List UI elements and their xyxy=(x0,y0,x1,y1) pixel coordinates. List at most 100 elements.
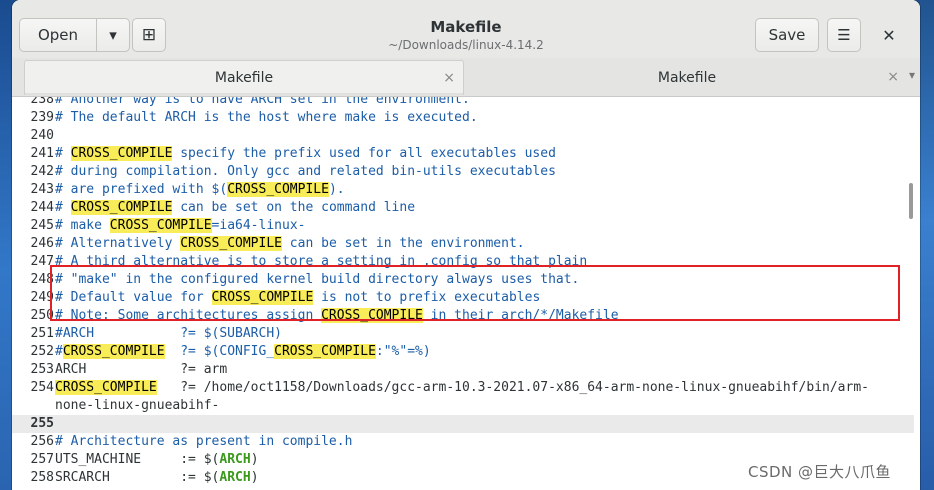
code-line[interactable]: 254 CROSS_COMPILE ?= /home/oct1158/Downlo… xyxy=(12,379,907,397)
annotation-highlight-box xyxy=(50,265,900,321)
code-line[interactable]: 246 # Alternatively CROSS_COMPILE can be … xyxy=(12,235,907,253)
code-token: # during compilation. Only gcc and relat… xyxy=(55,164,556,179)
code-token: # make xyxy=(55,218,110,233)
line-number: 258 xyxy=(30,470,54,485)
line-code: # make CROSS_COMPILE=ia64-linux- xyxy=(55,217,305,235)
code-token: =ia64-linux- xyxy=(211,218,306,233)
search-match: CROSS_COMPILE xyxy=(180,236,282,251)
line-code: # CROSS_COMPILE specify the prefix used … xyxy=(55,145,556,163)
line-number: 251 xyxy=(30,326,54,341)
line-number: 254 xyxy=(30,380,54,395)
tab-label: Makefile xyxy=(214,70,274,86)
line-number: 243 xyxy=(30,182,54,197)
line-code: CROSS_COMPILE ?= /home/oct1158/Downloads… xyxy=(55,379,869,397)
open-button-group: Open ▾ xyxy=(19,18,130,52)
line-code: SRCARCH := $(ARCH) xyxy=(55,469,259,487)
code-token: # Architecture as present in compile.h xyxy=(55,434,353,449)
code-token: # Another way is to have ARCH set in the… xyxy=(55,97,470,107)
code-token: # The default ARCH is the host where mak… xyxy=(55,110,478,125)
watermark: CSDN @巨大八爪鱼 xyxy=(748,463,892,481)
code-line[interactable]: 244 # CROSS_COMPILE can be set on the com… xyxy=(12,199,907,217)
line-number: 241 xyxy=(30,146,54,161)
search-match: CROSS_COMPILE xyxy=(227,182,329,197)
code-line[interactable]: 242 # during compilation. Only gcc and re… xyxy=(12,163,907,181)
search-match: CROSS_COMPILE xyxy=(55,380,157,395)
tab-close-icon[interactable]: × xyxy=(443,70,455,86)
open-menu-button[interactable]: ▾ xyxy=(96,18,130,52)
hamburger-icon: ☰ xyxy=(837,26,851,44)
hamburger-menu-button[interactable]: ☰ xyxy=(827,18,861,52)
code-token: ?= /home/oct1158/Downloads/gcc-arm-10.3-… xyxy=(156,380,869,395)
tab-overflow-icon[interactable]: ▾ xyxy=(909,68,915,82)
search-match: CROSS_COMPILE xyxy=(109,218,212,233)
code-token: can be set on the command line xyxy=(172,200,416,215)
code-line[interactable]: none-linux-gnueabihf- xyxy=(12,397,907,415)
code-line[interactable]: 252 #CROSS_COMPILE ?= $(CONFIG_CROSS_COMP… xyxy=(12,343,907,361)
code-token: # xyxy=(55,344,63,359)
line-code: # are prefixed with $(CROSS_COMPILE). xyxy=(55,181,345,199)
code-token: UTS_MACHINE := $( xyxy=(55,452,220,467)
window-close-button[interactable]: ✕ xyxy=(874,20,904,50)
open-button-label: Open xyxy=(37,26,79,44)
line-number: 246 xyxy=(30,236,54,251)
code-line[interactable]: 241 # CROSS_COMPILE specify the prefix us… xyxy=(12,145,907,163)
line-code: # CROSS_COMPILE can be set on the comman… xyxy=(55,199,415,217)
code-token: :"%"=%) xyxy=(375,344,431,359)
vertical-scrollbar[interactable] xyxy=(909,183,913,219)
code-token: # xyxy=(55,200,71,215)
line-number: 242 xyxy=(30,164,54,179)
code-line[interactable]: 243 # are prefixed with $(CROSS_COMPILE). xyxy=(12,181,907,199)
gedit-window: Open ▾ ⊞ Makefile ~/Downloads/linux-4.14… xyxy=(12,0,920,490)
line-code: # Architecture as present in compile.h xyxy=(55,433,352,451)
code-line[interactable]: 240 xyxy=(12,127,907,145)
header-bar: Open ▾ ⊞ Makefile ~/Downloads/linux-4.14… xyxy=(12,0,920,59)
line-code: # The default ARCH is the host where mak… xyxy=(55,109,478,127)
line-number: 257 xyxy=(30,452,54,467)
line-number: 244 xyxy=(30,200,54,215)
code-token: ). xyxy=(328,182,345,197)
line-number: 239 xyxy=(30,110,54,125)
code-token: SRCARCH := $( xyxy=(55,470,220,485)
search-match: CROSS_COMPILE xyxy=(70,200,173,215)
code-line[interactable]: 253 ARCH ?= arm xyxy=(12,361,907,379)
line-code: #ARCH ?= $(SUBARCH) xyxy=(55,325,282,343)
search-match: CROSS_COMPILE xyxy=(70,146,173,161)
code-token: #ARCH ?= $(SUBARCH) xyxy=(55,326,282,341)
code-token: ) xyxy=(250,470,259,485)
code-token: ) xyxy=(250,452,259,467)
line-code: #CROSS_COMPILE ?= $(CONFIG_CROSS_COMPILE… xyxy=(55,343,431,361)
code-line[interactable]: 239 # The default ARCH is the host where … xyxy=(12,109,907,127)
code-line[interactable]: 251 #ARCH ?= $(SUBARCH) xyxy=(12,325,907,343)
code-line[interactable]: 256 # Architecture as present in compile.… xyxy=(12,433,907,451)
code-token: none-linux-gnueabihf- xyxy=(55,398,220,413)
line-code: UTS_MACHINE := $(ARCH) xyxy=(55,451,259,469)
new-tab-button[interactable]: ⊞ xyxy=(132,18,166,52)
line-code: # Alternatively CROSS_COMPILE can be set… xyxy=(55,235,525,253)
code-token: can be set in the environment. xyxy=(281,236,525,251)
open-button[interactable]: Open xyxy=(19,18,97,52)
tab-bar: Makefile × Makefile × ▾ xyxy=(12,58,920,97)
desktop-background-left xyxy=(0,0,12,490)
line-number: 238 xyxy=(30,97,54,107)
title-block: Makefile ~/Downloads/linux-4.14.2 xyxy=(312,18,620,54)
line-code: ARCH ?= arm xyxy=(55,361,227,379)
line-number: 245 xyxy=(30,218,54,233)
save-button-label: Save xyxy=(768,26,806,44)
chevron-down-icon: ▾ xyxy=(109,26,117,44)
window-subtitle: ~/Downloads/linux-4.14.2 xyxy=(388,38,544,52)
code-token: ARCH ?= arm xyxy=(55,362,228,377)
code-token: ARCH xyxy=(219,452,251,467)
line-code: # during compilation. Only gcc and relat… xyxy=(55,163,556,181)
line-code: none-linux-gnueabihf- xyxy=(55,397,219,415)
code-line[interactable]: 238 # Another way is to have ARCH set in … xyxy=(12,97,907,109)
line-number: 253 xyxy=(30,362,54,377)
search-match: CROSS_COMPILE xyxy=(274,344,376,359)
new-document-icon: ⊞ xyxy=(141,25,157,45)
code-line[interactable]: 255 xyxy=(12,415,914,433)
tab-makefile-1[interactable]: Makefile × xyxy=(24,60,464,95)
tab-makefile-2[interactable]: Makefile × xyxy=(467,60,907,95)
code-line[interactable]: 245 # make CROSS_COMPILE=ia64-linux- xyxy=(12,217,907,235)
code-token: # are prefixed with $( xyxy=(55,182,228,197)
save-button[interactable]: Save xyxy=(755,18,819,52)
tab-close-icon[interactable]: × xyxy=(887,69,899,85)
